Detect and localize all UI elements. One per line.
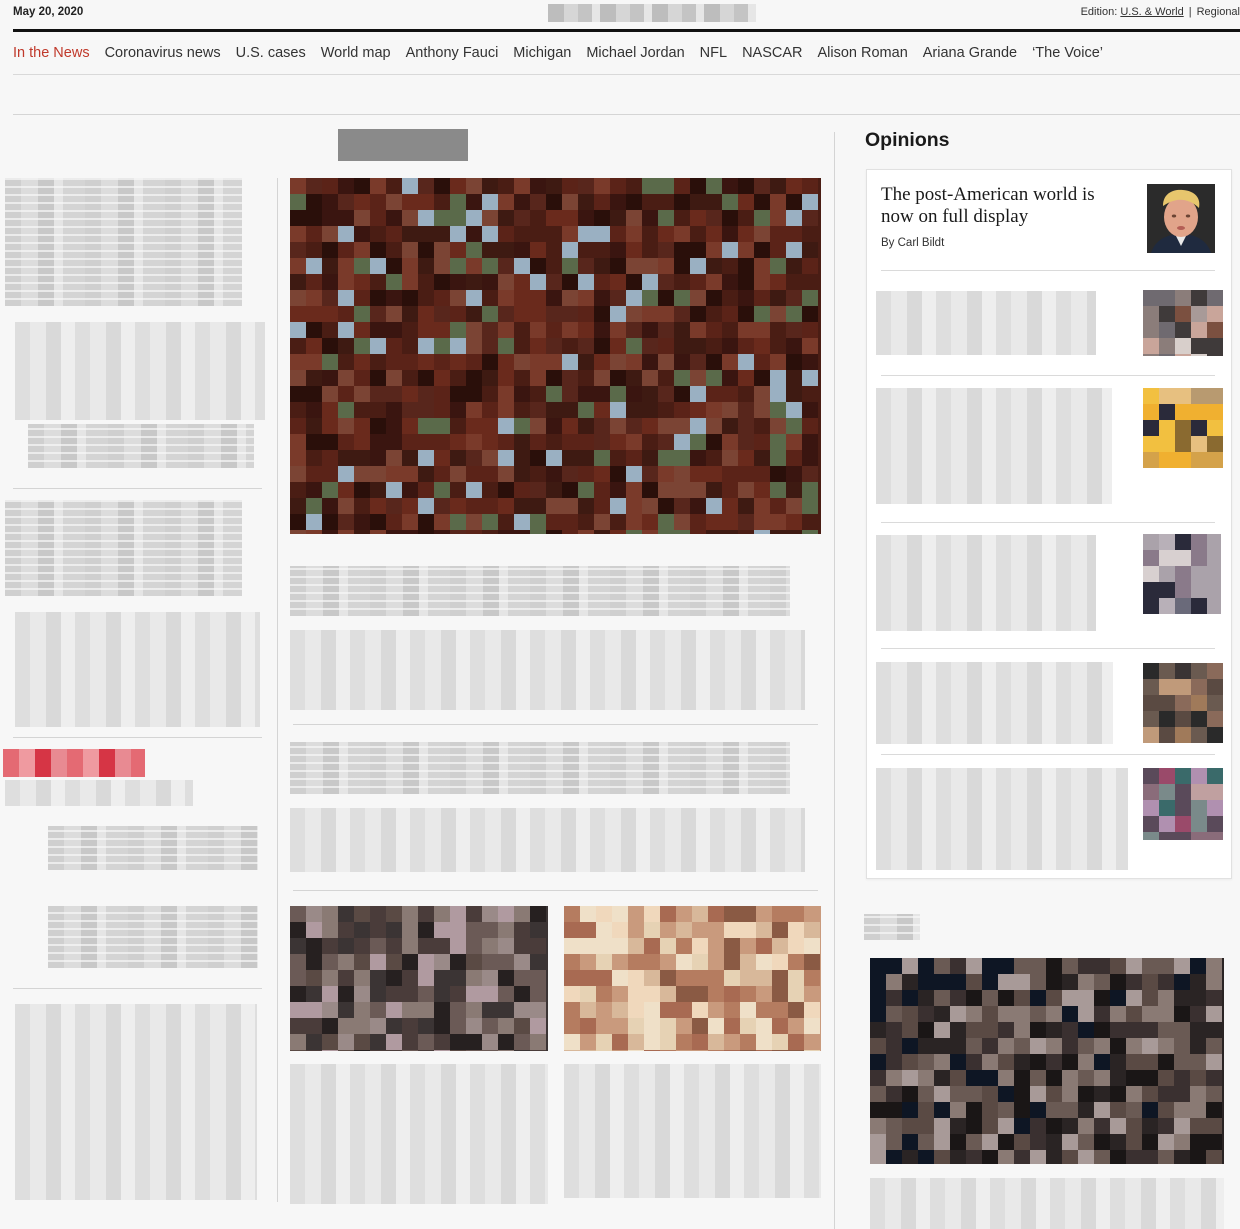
opinion-headline-5[interactable] [876,662,1113,744]
center-story-image-left[interactable] [290,906,548,1051]
opinion-featured-byline: By Carl Bildt [881,237,945,249]
nav-item-us-cases[interactable]: U.S. cases [236,45,306,61]
center-story-text-left[interactable] [290,1064,548,1204]
opinion-image-5[interactable] [1143,663,1223,743]
lead-story-headline[interactable] [290,566,790,616]
page-date: May 20, 2020 [13,6,84,18]
in-the-news-nav: In the News Coronavirus news U.S. cases … [13,45,1103,61]
opinion-headline-2[interactable] [876,291,1096,355]
opinions-section-title[interactable]: Opinions [865,129,950,152]
opinion-rule-5 [881,754,1215,755]
opinion-image-4[interactable] [1143,534,1221,614]
nav-item-coronavirus-news[interactable]: Coronavirus news [105,45,221,61]
opinion-featured-headline[interactable]: The post-American world is now on full d… [881,184,1131,228]
edition-regional-link[interactable]: Regional [1197,6,1240,18]
column-divider-left [277,178,278,1202]
opinion-image-3[interactable] [1143,388,1223,468]
lead-story-kicker[interactable] [338,129,468,161]
opinion-headline-3[interactable] [876,388,1112,504]
opinion-rule-2 [881,375,1215,376]
left-story-headline-1[interactable] [5,178,242,306]
center-story-text-right[interactable] [564,1064,821,1198]
left-story-summary-3[interactable] [15,1004,257,1200]
center-story-headline-2[interactable] [290,742,790,794]
left-rule-1 [13,488,262,489]
left-section-label[interactable] [3,749,145,777]
center-rule-1 [293,724,818,725]
opinion-image-6[interactable] [1143,768,1223,840]
opinion-image-2[interactable] [1143,290,1223,356]
left-story-summary-2 [15,612,260,727]
nav-divider [13,74,1240,75]
lead-story-summary [290,630,805,710]
column-divider-right [834,132,835,1229]
nav-item-in-the-news[interactable]: In the News [13,45,90,61]
opinion-headline-6[interactable] [876,768,1128,870]
right-story-image[interactable] [870,958,1224,1164]
lead-story-image[interactable] [290,178,821,534]
section-divider [13,114,1240,115]
left-rule-3 [13,988,262,989]
masthead-rule [13,29,1240,32]
left-story-headline-2[interactable] [5,500,242,596]
opinion-featured-photo [1147,184,1215,253]
opinion-rule-3 [881,522,1215,523]
edition-label: Edition: [1080,6,1118,18]
nav-item-ariana-grande[interactable]: Ariana Grande [923,45,1017,61]
opinion-rule-4 [881,648,1215,649]
nav-item-michigan[interactable]: Michigan [513,45,571,61]
center-story-image-right[interactable] [564,906,821,1051]
site-logo[interactable] [548,4,756,22]
edition-separator: | [1188,6,1192,18]
left-section-subtitle [5,780,193,806]
opinion-headline-4[interactable] [876,535,1096,631]
right-section-label[interactable] [864,914,920,940]
person-photo-icon[interactable] [1147,184,1215,253]
right-story-headline[interactable] [870,1178,1224,1229]
nav-item-nascar[interactable]: NASCAR [742,45,802,61]
center-story-summary-2 [290,808,805,872]
nav-item-michael-jordan[interactable]: Michael Jordan [586,45,684,61]
left-list-item-1[interactable] [48,826,258,870]
nav-item-anthony-fauci[interactable]: Anthony Fauci [406,45,499,61]
center-rule-2 [293,890,818,891]
opinion-rule-1 [881,270,1215,271]
nav-item-nfl[interactable]: NFL [700,45,727,61]
left-rule-2 [13,737,262,738]
left-story-byline-1 [28,424,254,468]
nav-item-alison-roman[interactable]: Alison Roman [818,45,908,61]
edition-switcher: Edition: U.S. & World | Regional [1081,6,1240,18]
left-list-item-2[interactable] [48,906,258,968]
left-story-summary-1 [15,322,265,420]
nav-item-world-map[interactable]: World map [321,45,391,61]
edition-us-world-link[interactable]: U.S. & World [1120,6,1183,18]
nav-item-the-voice[interactable]: ‘The Voice’ [1032,45,1103,61]
